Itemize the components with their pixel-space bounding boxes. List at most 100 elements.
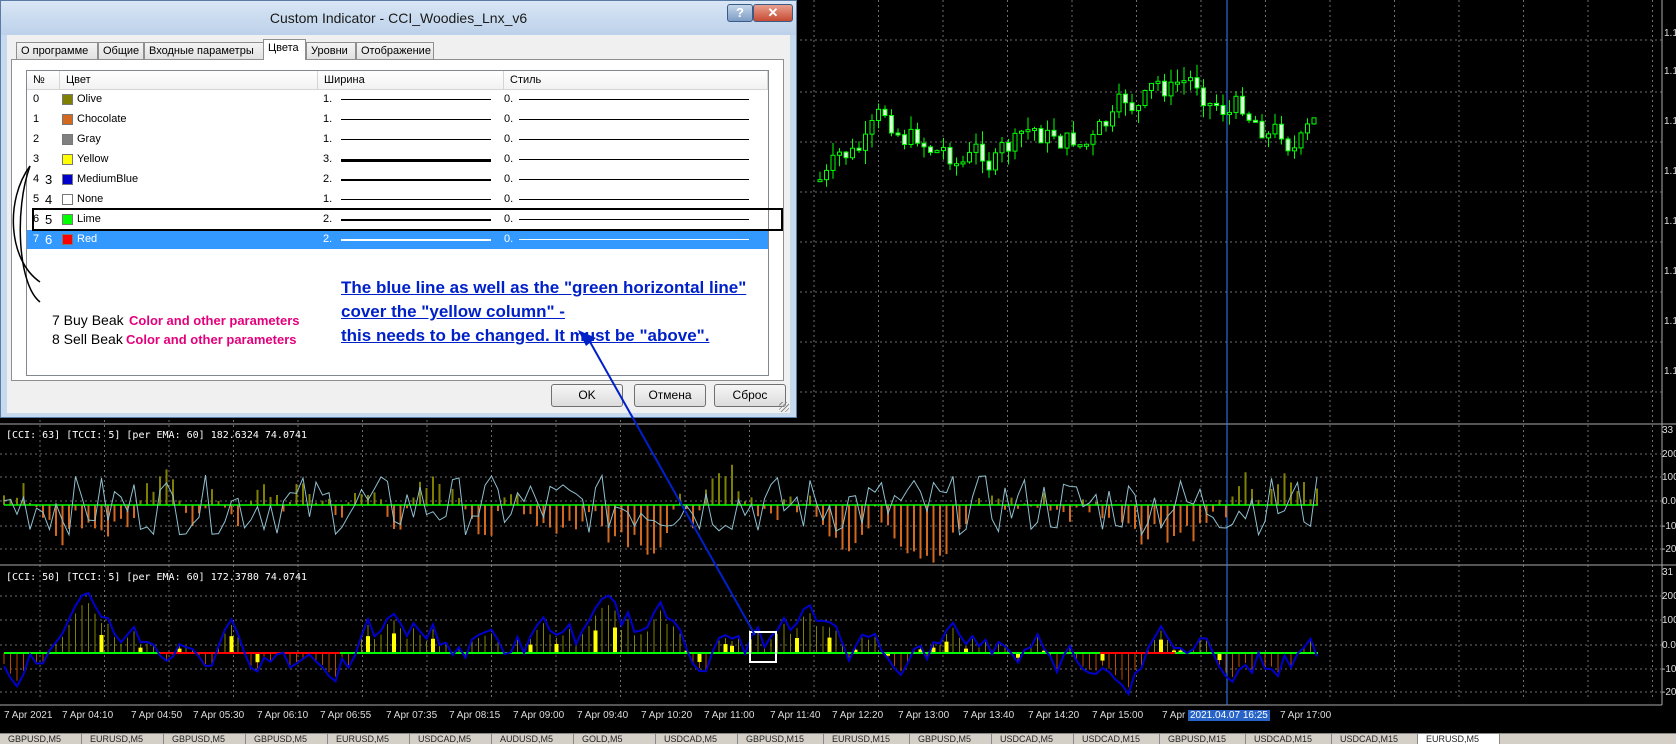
color-name[interactable]: Olive [77, 90, 102, 109]
ok-button[interactable]: OK [551, 384, 623, 407]
width-value[interactable]: 1. [323, 110, 332, 129]
color-name[interactable]: MediumBlue [77, 170, 138, 189]
sell-beak-note: Color and other parameters [126, 332, 297, 347]
candle-body [1046, 130, 1050, 142]
color-row[interactable]: 43MediumBlue2.0. [27, 170, 768, 189]
yellow-column [795, 638, 799, 653]
color-swatch[interactable] [62, 114, 73, 125]
width-value[interactable]: 1. [323, 190, 332, 209]
yellow-column [594, 630, 598, 653]
color-name[interactable]: Yellow [77, 150, 108, 169]
candle-body [1254, 120, 1258, 122]
candle-body [955, 164, 959, 166]
crosshair-time-label: 2021.04.07 16:25 [1188, 710, 1270, 721]
color-swatch[interactable] [62, 234, 73, 245]
yellow-column [724, 644, 728, 653]
color-name[interactable]: Gray [77, 130, 101, 149]
candle-body [1156, 81, 1160, 83]
row-index: 2 [33, 130, 39, 149]
color-name[interactable]: None [77, 190, 103, 209]
resize-grip-icon[interactable] [779, 402, 789, 412]
row-index: 5 [33, 190, 39, 209]
color-swatch[interactable] [62, 154, 73, 165]
color-row[interactable]: 54None1.0. [27, 190, 768, 209]
candle-body [1169, 82, 1173, 96]
tab-visualization[interactable]: Отображение [356, 42, 434, 59]
width-value[interactable]: 1. [323, 90, 332, 109]
candle-body [974, 144, 978, 152]
tab-about[interactable]: О программе [16, 42, 98, 59]
candle-body [1033, 129, 1037, 131]
style-value[interactable]: 0. [504, 170, 513, 189]
column-header-color[interactable]: Цвет [60, 71, 318, 90]
sell-beak-label: 8 Sell Beak [52, 331, 123, 347]
candle-body [1150, 83, 1154, 90]
candle-body [1293, 148, 1297, 151]
candle-body [1000, 143, 1004, 153]
color-swatch[interactable] [62, 194, 73, 205]
cci-tick-label: -10 [1662, 521, 1676, 532]
candle-body [831, 155, 835, 170]
color-row[interactable]: 76Red2.0. [27, 230, 768, 249]
width-value[interactable]: 3. [323, 150, 332, 169]
reset-button[interactable]: Сброс [714, 384, 786, 407]
candle-body [1215, 103, 1219, 105]
width-value[interactable]: 2. [323, 230, 332, 249]
candle-body [1007, 143, 1011, 152]
candle-body [1020, 131, 1024, 133]
tab-inputs[interactable]: Входные параметры [144, 42, 264, 59]
time-tick-label: 7 Apr 15:00 [1092, 710, 1143, 721]
price-tick-label: 1.1 [1664, 28, 1676, 39]
column-header-style[interactable]: Стиль [504, 71, 768, 90]
row-index-alt: 6 [45, 230, 52, 249]
candle-body [870, 121, 874, 135]
column-header-width[interactable]: Ширина [318, 71, 504, 90]
candle-body [916, 129, 920, 143]
candle-body [1072, 133, 1076, 145]
color-row[interactable]: 2 Gray 1. 0. [27, 130, 768, 149]
cancel-button[interactable]: Отмена [634, 384, 706, 407]
color-swatch[interactable] [62, 174, 73, 185]
color-row[interactable]: 1Chocolate1.0. [27, 110, 768, 129]
yellow-column [1159, 640, 1163, 653]
price-tick-label: 1.1 [1664, 166, 1676, 177]
cci-tick-label: 0.0 [1662, 640, 1676, 651]
candle-body [838, 152, 842, 155]
style-value[interactable]: 0. [504, 190, 513, 209]
style-value[interactable]: 0. [504, 150, 513, 169]
style-value[interactable]: 0. [504, 230, 513, 249]
width-value[interactable]: 1. [323, 130, 332, 149]
time-tick-label: 7 Apr 08:15 [449, 710, 500, 721]
yellow-row-highlight [32, 208, 783, 231]
color-name[interactable]: Chocolate [77, 110, 127, 129]
column-header-number[interactable]: № [27, 71, 60, 90]
help-button[interactable]: ? [727, 4, 753, 22]
yellow-column [613, 628, 617, 653]
color-swatch[interactable] [62, 134, 73, 145]
width-value[interactable]: 2. [323, 170, 332, 189]
yellow-column [730, 646, 734, 653]
color-row[interactable]: 0Olive1.0. [27, 90, 768, 109]
candle-body [1117, 94, 1121, 112]
tab-common[interactable]: Общие [98, 42, 144, 59]
tab-levels[interactable]: Уровни [306, 42, 356, 59]
dialog-titlebar[interactable]: Custom Indicator - CCI_Woodies_Lnx_v6 ? … [1, 1, 796, 35]
candle-body [825, 170, 829, 179]
tab-colors[interactable]: Цвета [263, 39, 306, 60]
buy-beak-note: Color and other parameters [129, 313, 300, 328]
time-tick-label: 7 Apr 14:20 [1028, 710, 1079, 721]
candle-body [1143, 90, 1147, 105]
candle-body [877, 109, 881, 120]
candle-body [935, 151, 939, 153]
close-button[interactable]: ✕ [753, 4, 793, 22]
style-value[interactable]: 0. [504, 130, 513, 149]
yellow-column [256, 653, 260, 662]
color-row[interactable]: 3Yellow3.0. [27, 150, 768, 169]
style-value[interactable]: 0. [504, 90, 513, 109]
candle-body [968, 152, 972, 161]
price-tick-label: 1.1 [1664, 116, 1676, 127]
color-swatch[interactable] [62, 94, 73, 105]
color-name[interactable]: Red [77, 230, 97, 249]
style-value[interactable]: 0. [504, 110, 513, 129]
price-tick-label: 1.1 [1664, 66, 1676, 77]
